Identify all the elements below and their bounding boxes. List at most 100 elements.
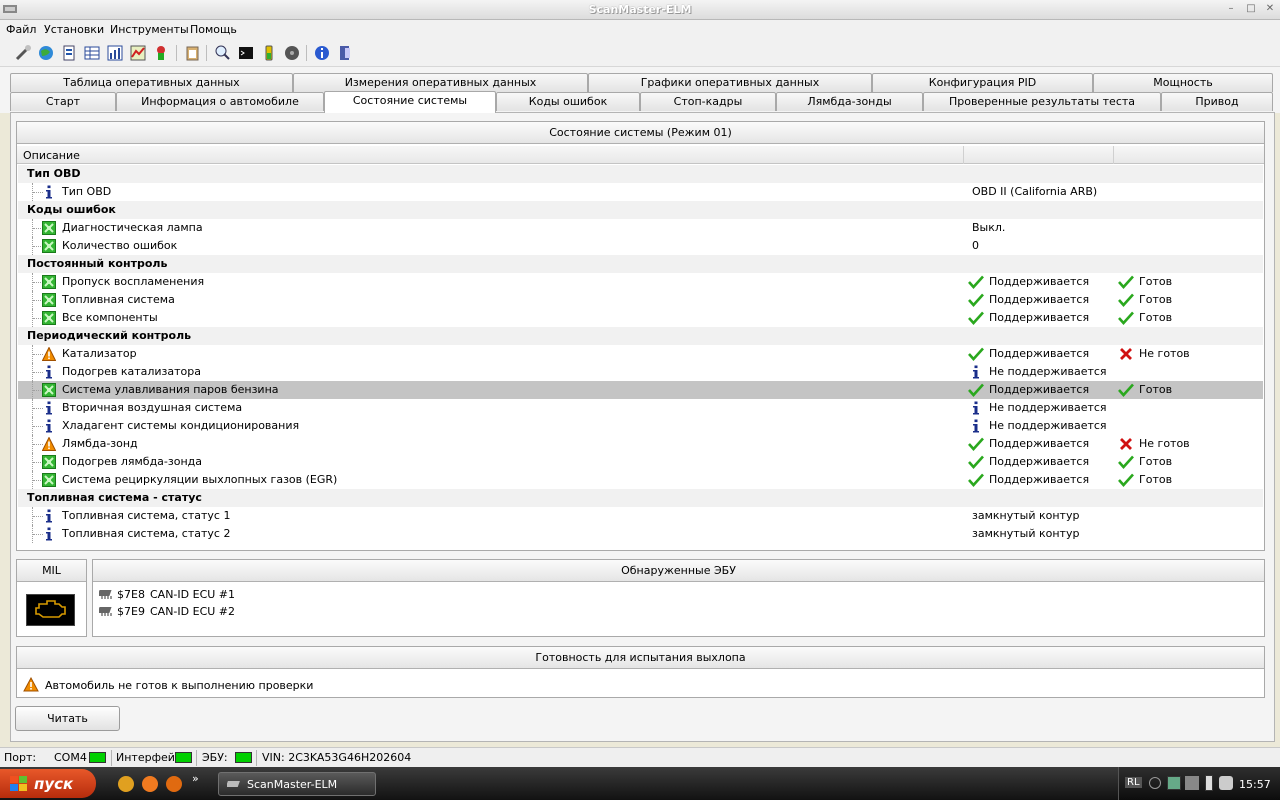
status-row[interactable]: Все компоненты Поддерживается Готов <box>18 309 1263 327</box>
minimize-icon[interactable]: – <box>1223 2 1239 17</box>
disk-icon[interactable] <box>283 44 301 62</box>
tray-expand-icon[interactable] <box>1149 777 1161 789</box>
row-value: замкнутый контур <box>972 509 1080 522</box>
column-description[interactable]: Описание <box>23 149 80 162</box>
tab-live-data-table[interactable]: Таблица оперативных данных <box>10 73 293 92</box>
battery-icon[interactable] <box>260 44 278 62</box>
group-title: Топливная система - статус <box>27 491 202 504</box>
quicklaunch-more[interactable]: » <box>192 772 199 785</box>
group-header[interactable]: Тип OBD <box>18 165 1263 183</box>
document-icon[interactable] <box>60 44 78 62</box>
status-row[interactable]: Вторичная воздушная система Не поддержива… <box>18 399 1263 417</box>
detected-ecu-panel: Обнаруженные ЭБУ $7E8 CAN-ID ECU #1 $7E9… <box>92 559 1265 637</box>
row-value: 0 <box>972 239 979 252</box>
row-icon <box>42 509 56 523</box>
tab-test-results[interactable]: Проверенные результаты теста <box>923 92 1161 111</box>
table-icon[interactable] <box>83 44 101 62</box>
status-row[interactable]: Топливная система, статус 2 замкнутый кон… <box>18 525 1263 543</box>
graph-icon[interactable] <box>129 44 147 62</box>
row-label: Система улавливания паров бензина <box>62 383 279 396</box>
maximize-icon[interactable]: □ <box>1243 2 1259 17</box>
status-row[interactable]: Количество ошибок 0 <box>18 237 1263 255</box>
status-row[interactable]: Подогрев лямбда-зонда Поддерживается Готов <box>18 453 1263 471</box>
status-row[interactable]: Топливная система, статус 1 замкнутый кон… <box>18 507 1263 525</box>
warning-icon <box>41 346 57 361</box>
ready-cell: Не готов <box>1118 436 1258 452</box>
battery-tray-icon[interactable] <box>1205 775 1213 791</box>
ecu-item[interactable]: $7E9 CAN-ID ECU #2 <box>99 603 299 619</box>
status-row[interactable]: Подогрев катализатора Не поддерживается <box>18 363 1263 381</box>
support-cell: Поддерживается <box>968 436 1118 452</box>
safely-remove-icon[interactable] <box>1219 776 1233 790</box>
ready-cell: Готов <box>1118 310 1258 326</box>
menu-tools[interactable]: Инструменты <box>110 23 189 36</box>
status-row[interactable]: Пропуск воспламенения Поддерживается Готов <box>18 273 1263 291</box>
ready-cell: Готов <box>1118 292 1258 308</box>
tab-power[interactable]: Мощность <box>1093 73 1273 92</box>
ready-text: Готов <box>1139 293 1173 306</box>
status-bar: Порт: COM4 Интерфейс: ЭБУ: VIN: 2C3KA53G… <box>0 747 1280 767</box>
support-text: Не поддерживается <box>989 365 1107 378</box>
readiness-message-text: Автомобиль не готов к выполнению проверк… <box>45 679 314 692</box>
row-icon <box>42 419 56 433</box>
tab-live-data-measurements[interactable]: Измерения оперативных данных <box>293 73 588 92</box>
quicklaunch-browser-icon[interactable] <box>142 776 158 792</box>
status-row[interactable]: Лямбда-зонд Поддерживается Не готов <box>18 435 1263 453</box>
bar-chart-icon[interactable] <box>106 44 124 62</box>
tab-freeze-frames[interactable]: Стоп-кадры <box>640 92 776 111</box>
menu-help[interactable]: Помощь <box>190 23 237 36</box>
status-row[interactable]: Топливная система Поддерживается Готов <box>18 291 1263 309</box>
info-icon <box>46 419 52 433</box>
group-header[interactable]: Периодический контроль <box>18 327 1263 345</box>
engine-icon[interactable] <box>152 44 170 62</box>
status-row[interactable]: Диагностическая лампа Выкл. <box>18 219 1263 237</box>
firefox-icon[interactable] <box>166 776 182 792</box>
read-button[interactable]: Читать <box>15 706 120 731</box>
info-icon[interactable] <box>313 44 331 62</box>
group-header[interactable]: Коды ошибок <box>18 201 1263 219</box>
connect-icon[interactable] <box>14 44 32 62</box>
check-icon <box>968 293 984 307</box>
network-icon[interactable] <box>1167 776 1181 790</box>
tab-system-status[interactable]: Состояние системы <box>324 91 496 113</box>
tab-trouble-codes[interactable]: Коды ошибок <box>496 92 640 111</box>
support-text: Не поддерживается <box>989 419 1107 432</box>
group-header[interactable]: Постоянный контроль <box>18 255 1263 273</box>
tab-start[interactable]: Старт <box>10 92 116 111</box>
terminal-icon[interactable] <box>237 44 255 62</box>
support-text: Поддерживается <box>989 473 1090 486</box>
clipboard-icon[interactable] <box>183 44 201 62</box>
ready-cell: Готов <box>1118 472 1258 488</box>
exit-door-icon[interactable] <box>336 44 354 62</box>
globe-icon[interactable] <box>37 44 55 62</box>
row-label: Тип OBD <box>62 185 112 198</box>
tab-vehicle-info[interactable]: Информация о автомобиле <box>116 92 324 111</box>
support-cell: Поддерживается <box>968 310 1118 326</box>
check-icon <box>968 455 984 469</box>
close-icon[interactable]: ✕ <box>1262 2 1278 17</box>
menu-settings[interactable]: Установки <box>44 23 104 36</box>
menu-file[interactable]: Файл <box>6 23 36 36</box>
status-row[interactable]: Система рециркуляции выхлопных газов (EG… <box>18 471 1263 489</box>
tab-actuator[interactable]: Привод <box>1161 92 1273 111</box>
tab-live-data-graphs[interactable]: Графики оперативных данных <box>588 73 872 92</box>
quicklaunch-app-icon[interactable] <box>118 776 134 792</box>
ecu-item[interactable]: $7E8 CAN-ID ECU #1 <box>99 586 299 602</box>
info-icon <box>46 185 52 199</box>
volume-icon[interactable] <box>1185 776 1199 790</box>
start-button[interactable]: пуск <box>0 769 96 798</box>
support-text: Поддерживается <box>989 275 1090 288</box>
tab-oxygen-sensors[interactable]: Лямбда-зонды <box>776 92 923 111</box>
status-row[interactable]: Хладагент системы кондиционирования Не по… <box>18 417 1263 435</box>
group-header[interactable]: Топливная система - статус <box>18 489 1263 507</box>
search-icon[interactable] <box>213 44 231 62</box>
language-indicator[interactable]: RL <box>1125 777 1142 788</box>
readiness-caption: Готовность для испытания выхлопа <box>17 647 1264 669</box>
status-row[interactable]: Система улавливания паров бензина Поддерж… <box>18 381 1263 399</box>
ready-cell: Готов <box>1118 454 1258 470</box>
status-row[interactable]: Тип OBD OBD II (California ARB) <box>18 183 1263 201</box>
status-row[interactable]: Катализатор Поддерживается Не готов <box>18 345 1263 363</box>
row-label: Лямбда-зонд <box>62 437 138 450</box>
taskbar-item-scanmaster[interactable]: ScanMaster-ELM <box>218 772 376 796</box>
tab-pid-config[interactable]: Конфигурация PID <box>872 73 1093 92</box>
